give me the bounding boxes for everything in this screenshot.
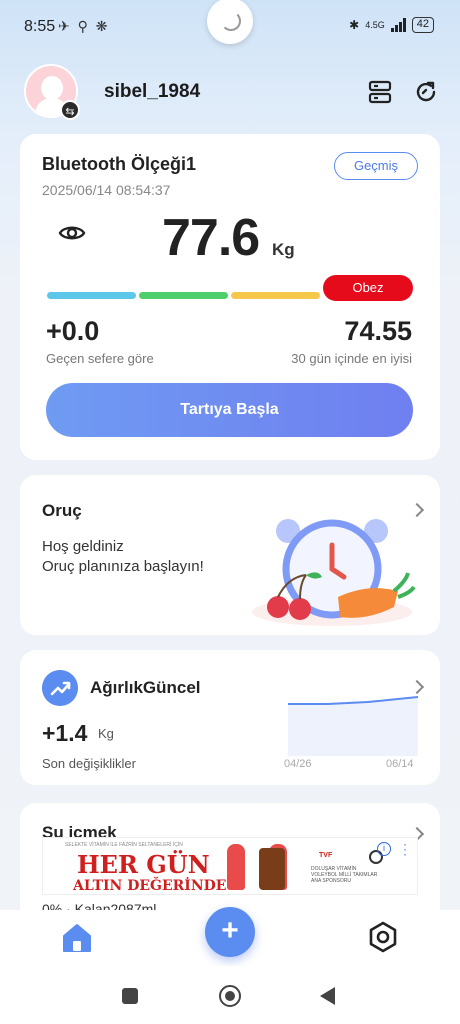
measurement-time: 2025/06/14 08:54:37	[42, 182, 171, 198]
best-label: 30 gün içinde en iyisi	[291, 351, 412, 366]
bluetooth-icon: ✱	[349, 18, 360, 32]
ad-side-text: DOLUŞAR VİTAMİN VOLEYBOL MİLLİ TAKIMLAR …	[311, 866, 378, 884]
difference-label: Geçen sefere göre	[46, 351, 154, 366]
trend-start-date: 04/26	[284, 758, 312, 770]
loading-spinner-icon	[207, 0, 253, 44]
trend-unit: Kg	[98, 726, 114, 741]
fasting-welcome: Hoş geldiniz	[42, 538, 124, 555]
device-name: Bluetooth Ölçeği1	[42, 154, 197, 174]
status-bar: 8:55 ✈ ⚲ ❋ ✱ 4.5G 42	[0, 0, 460, 54]
username[interactable]: sibel_1984	[104, 81, 200, 103]
switch-user-icon[interactable]: ⇆	[60, 100, 80, 120]
ad-menu-icon[interactable]: · · ·	[403, 838, 409, 860]
ad-info-icon[interactable]: i	[377, 842, 391, 856]
ad-headline: HER GÜN	[77, 850, 210, 879]
weight-difference: +0.0	[46, 316, 100, 346]
advertisement-banner[interactable]: SELEKTE VİTAMİN İLE FAZRİN SELTANELERİ İ…	[42, 837, 418, 895]
system-navigation-bar	[0, 966, 460, 1024]
weight-value: 77.6	[162, 209, 260, 267]
bmi-category-badge: Obez	[323, 275, 413, 301]
alarm-clock-illustration	[252, 519, 416, 626]
fasting-title: Oruç	[42, 501, 82, 520]
status-time: 8:55	[24, 18, 56, 35]
ad-athlete-image	[227, 844, 245, 890]
best-weight: 74.55	[344, 316, 412, 346]
back-icon[interactable]	[320, 987, 335, 1005]
settings-icon[interactable]	[366, 920, 400, 954]
home-icon[interactable]	[60, 922, 94, 954]
recent-apps-icon[interactable]	[122, 988, 138, 1004]
add-button[interactable]: +	[205, 907, 255, 957]
eye-icon[interactable]	[58, 222, 86, 244]
ad-top-text: SELEKTE VİTAMİN İLE FAZRİN SELTANELERİ İ…	[65, 842, 183, 848]
ad-tvf-logo: TVF	[319, 852, 333, 859]
trend-sparkline	[288, 696, 418, 756]
fasting-prompt: Oruç planınıza başlayın!	[42, 558, 204, 575]
bmi-segment-normal	[139, 292, 228, 299]
ad-subheadline: ALTIN DEĞERİNDE	[73, 878, 227, 894]
history-button[interactable]: Geçmiş	[334, 152, 418, 180]
status-right: ✱ 4.5G 42	[349, 17, 434, 33]
weight-trend-card[interactable]: AğırlıkGüncel +1.4 Kg Son değişiklikler …	[20, 650, 440, 785]
chevron-right-icon	[409, 502, 425, 518]
device-list-icon[interactable]	[366, 78, 394, 106]
fasting-message: Hoş geldiniz Oruç planınıza başlayın!	[42, 537, 204, 577]
signal-icon	[390, 18, 406, 32]
bmi-segment-over	[231, 292, 320, 299]
ad-product-image	[259, 848, 285, 890]
trend-up-icon	[42, 670, 78, 706]
bottom-navigation: +	[0, 907, 460, 966]
bmi-segment-under	[47, 292, 136, 299]
network-type: 4.5G	[365, 20, 385, 30]
start-weighing-button[interactable]: Tartıya Başla	[46, 383, 413, 437]
battery-icon: 42	[411, 17, 434, 33]
trend-label: Son değişiklikler	[42, 756, 136, 771]
fasting-card[interactable]: Oruç Hoş geldiniz Oruç planınıza başlayı…	[20, 475, 440, 635]
refresh-icon[interactable]	[412, 78, 440, 106]
notification-icons: ✈ ⚲ ❋	[58, 18, 110, 34]
weight-unit: Kg	[272, 240, 295, 259]
profile-header: ⇆ sibel_1984	[24, 64, 440, 120]
trend-value: +1.4	[42, 720, 88, 746]
trend-end-date: 06/14	[386, 758, 414, 770]
trend-title: AğırlıkGüncel	[90, 678, 201, 697]
scale-card: Bluetooth Ölçeği1 2025/06/14 08:54:37 Ge…	[20, 134, 440, 460]
home-system-icon[interactable]	[219, 985, 241, 1007]
